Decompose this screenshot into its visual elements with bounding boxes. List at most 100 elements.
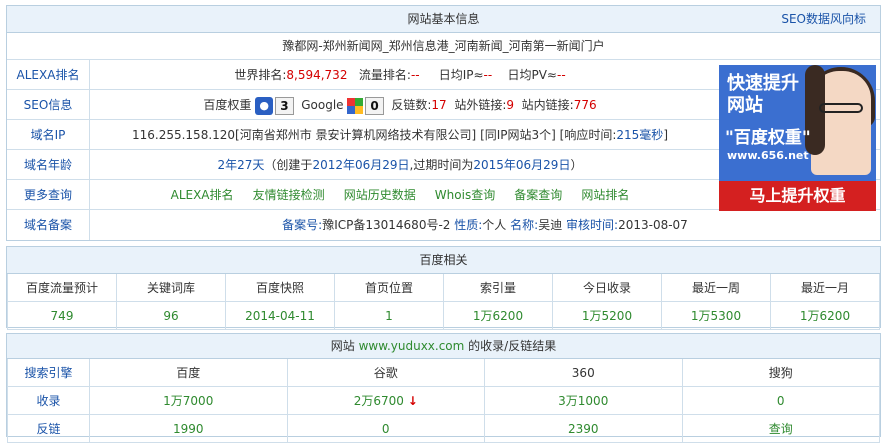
baidu-value-row: 749 96 2014-04-11 1 1万6200 1万5200 1万5300… [7,301,880,330]
baidu-header: 百度相关 [7,247,880,274]
backlink-360[interactable]: 2390 [484,414,683,443]
index-sogou[interactable]: 0 [681,386,880,415]
site-title: 豫都网-郑州新闻网_郑州信息港_河南新闻_河南第一新闻门户 [282,39,605,53]
engine-sogou: 搜狗 [681,359,880,387]
baidu-col-traffic: 百度流量预计 [7,274,117,302]
domain-age-expire-prefix: ,过期时间为 [409,158,474,172]
ad-url: www.656.net [727,149,809,162]
ad-cta-banner[interactable]: 马上提升权重 [719,181,876,211]
ad-line1: 快速提升 [727,73,799,94]
domain-age-label: 域名年龄 [7,150,90,179]
basic-info-panel: 网站基本信息 SEO数据风向标 豫都网-郑州新闻网_郑州信息港_河南新闻_河南第… [6,5,881,241]
baidu-weight-label: 百度权重 [203,98,252,112]
more-queries-label: 更多查询 [7,180,90,209]
search-title-prefix: 网站 [330,339,355,353]
search-results-panel: 网站 www.yuduxx.com 的收录/反链结果 搜索引擎 百度 谷歌 36… [6,333,881,443]
more-link-alexa[interactable]: ALEXA排名 [171,188,234,202]
down-arrow-icon: ↓ [407,394,418,408]
search-results-table: 搜索引擎 百度 谷歌 360 搜狗 收录 1万7000 2万6700 ↓ 3万1… [7,359,880,443]
google-label: Google [301,98,344,112]
daily-ip-label: 日均IP≈ [438,68,484,82]
inlinks-label: 站内链接: [521,98,574,112]
outlinks-label: 站外链接: [454,98,507,112]
seo-label: SEO信息 [7,90,90,119]
index-baidu[interactable]: 1万7000 [89,386,288,415]
baidu-keywords-value[interactable]: 96 [116,301,226,330]
promo-ad-banner[interactable]: 快速提升 网站 "百度权重" www.656.net 马上提升权重 [719,65,876,211]
traffic-rank-label: 流量排名: [358,68,411,82]
backlink-baidu[interactable]: 1990 [89,414,288,443]
icp-name-label: 名称: [510,218,539,232]
icp-nature-label: 性质: [454,218,483,232]
backlink-row: 反链 1990 0 2390 查询 [7,414,880,443]
basic-info-header: 网站基本信息 SEO数据风向标 [7,6,880,33]
baidu-weight-badge[interactable]: 3 [275,96,294,115]
domain-age-created-prefix: （创建于 [264,158,313,172]
icp-nature-value: 个人 [482,218,507,232]
inlinks-value: 776 [573,98,597,112]
icp-date-value: 2013-08-07 [618,218,688,232]
icp-row: 域名备案 备案号:豫ICP备13014680号-2 性质:个人 名称:吴迪 审核… [7,210,880,240]
icp-no-value: 豫ICP备13014680号-2 [322,218,451,232]
backlink-google[interactable]: 0 [286,414,485,443]
baidu-col-home-pos: 首页位置 [334,274,444,302]
world-rank-value: 8,594,732 [286,68,348,82]
baidu-panel: 百度相关 百度流量预计 关键词库 百度快照 首页位置 索引量 今日收录 最近一周… [6,246,881,330]
index-360[interactable]: 3万1000 [484,386,683,415]
baidu-header-row: 百度流量预计 关键词库 百度快照 首页位置 索引量 今日收录 最近一周 最近一月 [7,274,880,302]
google-pr-badge[interactable]: 0 [365,96,384,115]
backlink-sogou[interactable]: 查询 [681,414,880,443]
daily-ip-value: -- [483,68,493,82]
daily-pv-value: -- [557,68,566,82]
baidu-snapshot-value[interactable]: 2014-04-11 [225,301,335,330]
more-link-whois[interactable]: Whois查询 [435,188,495,202]
baidu-index-value: 1万6200 [443,301,553,330]
icp-no-label: 备案号: [282,218,323,232]
site-title-row: 豫都网-郑州新闻网_郑州信息港_河南新闻_河南第一新闻门户 [7,33,880,60]
ad-portrait-glasses [819,103,863,113]
baidu-col-today: 今日收录 [552,274,662,302]
baidu-col-index: 索引量 [443,274,553,302]
response-time-value: 215毫秒 [616,128,664,142]
index-google[interactable]: 2万6700 [354,394,404,408]
engines-row: 搜索引擎 百度 谷歌 360 搜狗 [7,359,880,387]
more-link-site-rank[interactable]: 网站排名 [581,188,629,202]
outlinks-value: 9 [506,98,515,112]
search-title-suffix: 的收录/反链结果 [468,339,557,353]
domain-age-value: 2年27天 [217,158,265,172]
index-row: 收录 1万7000 2万6700 ↓ 3万1000 0 [7,386,880,415]
icp-label: 域名备案 [7,210,90,240]
baidu-today-value[interactable]: 1万5200 [552,301,662,330]
ip-label: 域名IP [7,120,90,149]
response-time-close: ] [663,128,668,142]
search-domain[interactable]: www.yuduxx.com [359,339,465,353]
baidu-table: 百度流量预计 关键词库 百度快照 首页位置 索引量 今日收录 最近一周 最近一月… [7,274,880,330]
engine-360: 360 [484,359,683,387]
ad-slogan: "百度权重" [725,128,811,148]
baidu-col-snapshot: 百度快照 [225,274,335,302]
search-results-header: 网站 www.yuduxx.com 的收录/反链结果 [7,334,880,359]
google-logo-icon [347,97,364,114]
baidu-month-value[interactable]: 1万6200 [770,301,880,330]
more-link-history[interactable]: 网站历史数据 [344,188,416,202]
baidu-col-keywords: 关键词库 [116,274,226,302]
ip-value: 116.255.158.120[河南省郑州市 景安计算机网络技术有限公司] [131,128,477,142]
engine-label: 搜索引擎 [7,359,90,387]
alexa-label: ALEXA排名 [7,60,90,89]
backlinks-value: 17 [431,98,447,112]
more-link-icp[interactable]: 备案查询 [514,188,562,202]
domain-created-date: 2012年06月29日 [312,158,410,172]
seo-trend-link[interactable]: SEO数据风向标 [781,6,866,32]
engine-google: 谷歌 [286,359,485,387]
daily-pv-label: 日均PV≈ [507,68,557,82]
ad-line2: 网站 [727,95,763,116]
baidu-week-value[interactable]: 1万5300 [661,301,771,330]
more-link-friendlinks[interactable]: 友情链接检测 [253,188,325,202]
backlinks-label: 反链数: [391,98,432,112]
same-ip-link[interactable]: [同IP网站3个] [480,128,556,142]
basic-info-title: 网站基本信息 [407,12,480,26]
domain-expire-date: 2015年06月29日 [473,158,571,172]
baidu-col-month: 最近一月 [770,274,880,302]
backlink-label: 反链 [7,414,90,443]
index-label: 收录 [7,386,90,415]
